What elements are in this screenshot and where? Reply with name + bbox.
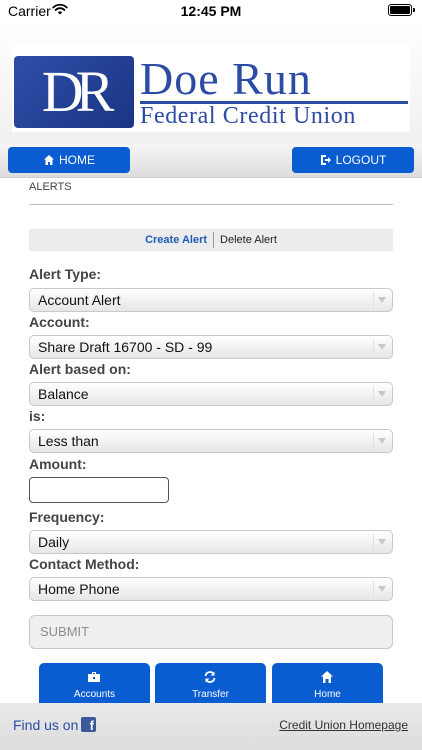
home-button[interactable]: HOME: [8, 147, 130, 173]
comparison-label: is:: [29, 408, 46, 424]
battery-icon: [388, 4, 415, 16]
refresh-icon: [204, 671, 216, 683]
transfer-button[interactable]: Transfer: [155, 663, 266, 703]
page-title: ALERTS: [29, 181, 72, 193]
based-on-select[interactable]: Balance: [29, 382, 393, 406]
comparison-select[interactable]: Less than: [29, 429, 393, 453]
submit-button[interactable]: SUBMIT: [29, 615, 393, 649]
based-on-label: Alert based on:: [29, 361, 131, 377]
accounts-label: Accounts: [73, 689, 116, 700]
alert-type-value: Account Alert: [38, 292, 121, 308]
tab-delete-alert[interactable]: Delete Alert: [214, 234, 277, 246]
frequency-label: Frequency:: [29, 509, 105, 525]
chevron-down-icon: [378, 586, 386, 592]
logout-icon: [320, 155, 331, 165]
frequency-value: Daily: [38, 534, 70, 550]
home-icon: [321, 671, 333, 683]
select-divider: [373, 339, 374, 355]
home-icon: [44, 155, 54, 165]
logout-button-label: LOGOUT: [335, 153, 387, 167]
select-divider: [373, 433, 374, 449]
select-divider: [373, 292, 374, 308]
briefcase-icon: [88, 672, 100, 682]
logout-button[interactable]: LOGOUT: [292, 147, 414, 173]
title-divider: [29, 204, 393, 205]
logo-subtitle: Federal Credit Union: [140, 103, 356, 129]
amount-input[interactable]: [29, 477, 169, 503]
contact-method-label: Contact Method:: [29, 556, 140, 572]
logo-mark-letters: DR: [41, 59, 115, 124]
contact-method-value: Home Phone: [38, 581, 120, 597]
select-divider: [373, 534, 374, 550]
based-on-value: Balance: [38, 386, 89, 402]
chevron-down-icon: [378, 539, 386, 545]
transfer-label: Transfer: [192, 689, 229, 700]
clock: 12:45 PM: [180, 3, 242, 19]
amount-label: Amount:: [29, 456, 87, 472]
account-value: Share Draft 16700 - SD - 99: [38, 339, 213, 355]
frequency-select[interactable]: Daily: [29, 530, 393, 554]
account-label: Account:: [29, 314, 90, 330]
facebook-icon[interactable]: f: [81, 717, 96, 733]
accounts-button[interactable]: Accounts: [39, 663, 150, 703]
homepage-link[interactable]: Credit Union Homepage: [279, 718, 408, 732]
bottom-home-button[interactable]: Home: [272, 663, 383, 703]
comparison-value: Less than: [38, 433, 99, 449]
status-bar: Carrier 12:45 PM: [0, 0, 422, 22]
contact-method-select[interactable]: Home Phone: [29, 577, 393, 601]
chevron-down-icon: [378, 391, 386, 397]
find-us-label: Find us on: [13, 717, 79, 733]
chevron-down-icon: [378, 344, 386, 350]
bottom-home-label: Home: [314, 689, 341, 700]
tab-create-alert[interactable]: Create Alert: [145, 234, 213, 246]
select-divider: [373, 581, 374, 597]
chevron-down-icon: [378, 438, 386, 444]
alert-type-label: Alert Type:: [29, 266, 102, 282]
chevron-down-icon: [378, 297, 386, 303]
alert-subtabs: Create Alert Delete Alert: [29, 229, 393, 251]
home-button-label: HOME: [59, 153, 95, 167]
select-divider: [373, 386, 374, 402]
logo-name: Doe Run: [140, 53, 312, 104]
alert-type-select[interactable]: Account Alert: [29, 288, 393, 312]
account-select[interactable]: Share Draft 16700 - SD - 99: [29, 335, 393, 359]
